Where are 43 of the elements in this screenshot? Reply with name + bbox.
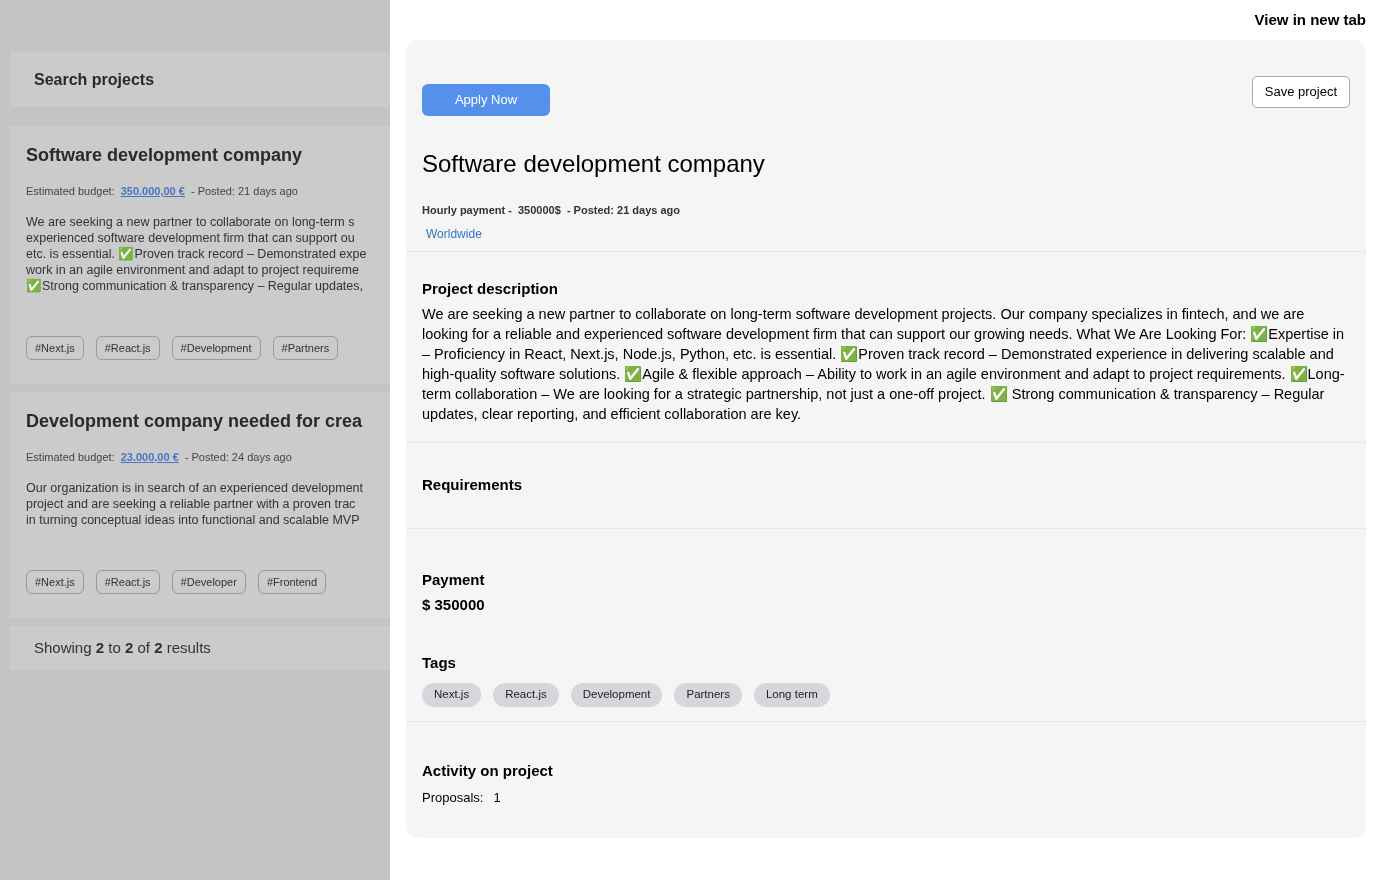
tag-chip[interactable]: Development xyxy=(570,682,663,707)
description-line: in turning conceptual ideas into functional and scalable MVP xyxy=(26,511,361,528)
tag-chip[interactable]: #Next.js xyxy=(26,569,84,594)
project-title[interactable]: Development company needed for crea xyxy=(26,408,390,435)
description-line: work in an agile environment and adapt to project requireme xyxy=(26,261,360,278)
section-heading: Requirements xyxy=(422,475,523,496)
tag-chip[interactable]: #Next.js xyxy=(26,335,84,360)
tag-chip[interactable]: React.js xyxy=(493,682,559,707)
proposals-label: Proposals: xyxy=(422,789,484,807)
budget-label: Estimated budget: xyxy=(26,450,115,465)
section-heading: Activity on project xyxy=(422,760,554,781)
description-line: etc. is essential. ✅Proven track record – Demonstrated expe xyxy=(26,245,368,262)
payment-amount: $ 350000 xyxy=(422,594,486,615)
section-heading: Project description xyxy=(422,278,559,299)
description-line: ✅Strong communication & transparency – Regular updates, xyxy=(26,277,364,294)
search-title: Search projects xyxy=(34,69,155,90)
project-title: Software development company xyxy=(422,149,766,179)
project-description: We are seeking a new partner to collaborate on long-term software development projects. Our company specializes in fintech, and we are looking for a reliable and experienced software development firm that can support our growing needs. What We Are Looking For: ✅Expertise in – Proficiency in React, Next.js, Node.js, Python, etc. is essential. ✅Proven track record – Demonstrated experience in delivering scalable and high-quality software solutions. ✅Agile & flexible approach – Ability to work in an agile environment and adapt to project requirements. ✅Long-term collaboration – We are looking for a strategic partnership, not just a one-off project. ✅ Strong communication & transparency – Regular updates, clear reporting, and efficient collaboration are key. xyxy=(422,305,1346,424)
view-in-new-tab-link[interactable]: View in new tab xyxy=(1254,8,1366,32)
posted-date: - Posted: 21 days ago xyxy=(190,184,298,199)
posted-date: - Posted: 24 days ago xyxy=(184,450,292,465)
proposals-count: 1 xyxy=(493,789,501,807)
project-meta: Hourly payment - 350000$ - Posted: 21 days ago xyxy=(422,203,681,218)
description-line: We are seeking a new partner to collaborate on long-term s xyxy=(26,213,356,230)
tag-chip[interactable]: #Frontend xyxy=(257,569,327,594)
tag-chip[interactable]: #Development xyxy=(171,335,261,360)
section-heading: Tags xyxy=(422,653,457,673)
tag-chip[interactable]: Partners xyxy=(674,682,742,707)
project-title[interactable]: Software development company xyxy=(26,142,390,169)
description-line: experienced software development firm that can support ou xyxy=(26,229,356,246)
description-line: project and are seeking a reliable partner with a proven trac xyxy=(26,495,357,512)
section-heading: Payment xyxy=(422,570,486,590)
tag-chip[interactable]: #Partners xyxy=(272,335,339,360)
tag-chip[interactable]: #React.js xyxy=(95,335,160,360)
tag-chip[interactable]: Long term xyxy=(753,682,830,707)
budget-label: Estimated budget: xyxy=(26,184,115,199)
save-project-button[interactable]: Save project xyxy=(1251,76,1350,108)
tag-chip[interactable]: Next.js xyxy=(422,682,482,707)
tag-chip[interactable]: #Developer xyxy=(171,569,246,594)
description-line: Our organization is in search of an experienced development xyxy=(26,479,364,496)
tag-chip[interactable]: #React.js xyxy=(95,569,160,594)
location-link[interactable]: Worldwide xyxy=(426,224,1350,243)
results-count: Showing 2 to 2 of 2 results xyxy=(34,637,211,658)
